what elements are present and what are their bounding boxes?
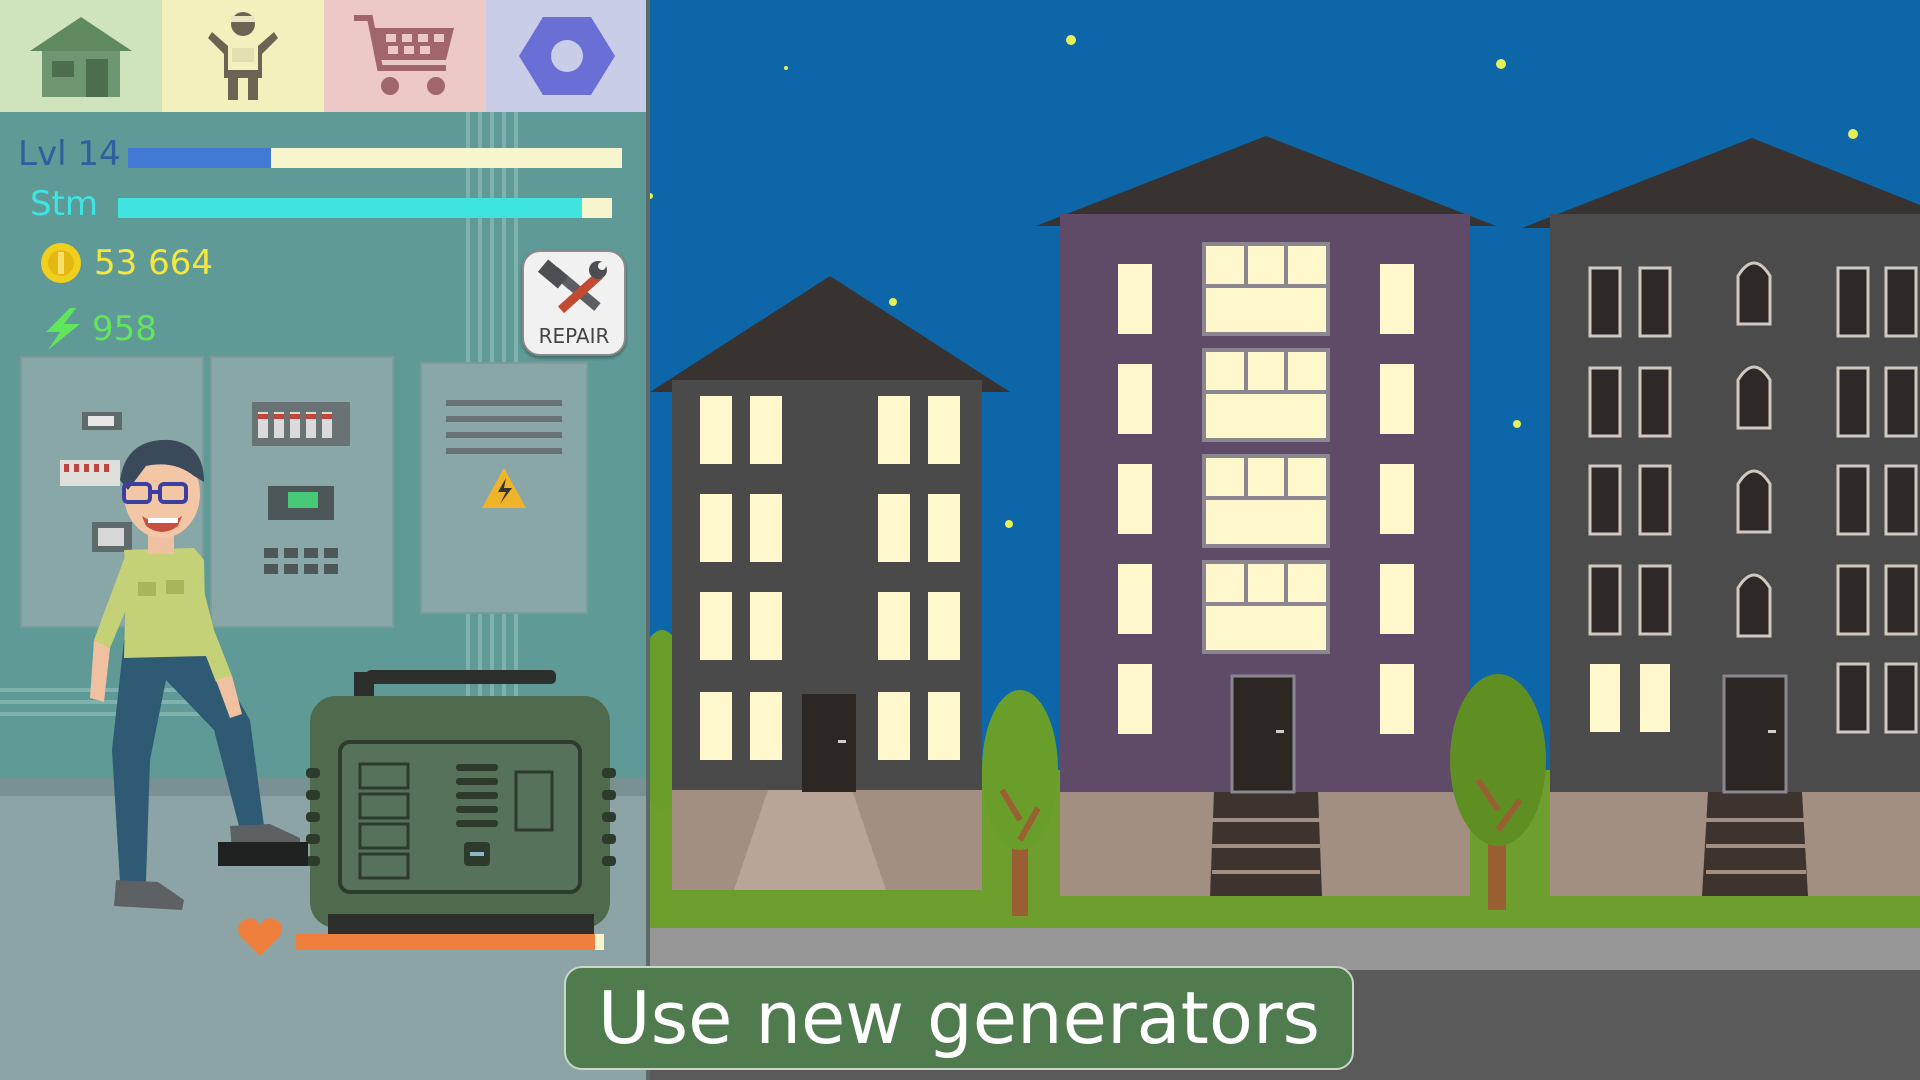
lightning-icon [46, 308, 80, 350]
stamina-progress-fill [118, 198, 583, 218]
generator-health-fill [296, 934, 595, 950]
stamina-label: Stm [30, 184, 99, 224]
coins-value: 53 664 [94, 243, 213, 283]
tab-shop[interactable] [324, 0, 486, 112]
promo-caption-banner: Use new generators [564, 966, 1354, 1070]
home-icon [30, 17, 132, 97]
character-icon [208, 12, 278, 100]
electrical-panel-right [420, 362, 588, 614]
energy-value: 958 [92, 309, 157, 349]
heart-icon [238, 918, 282, 956]
player-panel: Lvl 14 Stm 53 664 958 REPAIR [0, 0, 648, 1080]
energy-row: 958 [36, 306, 157, 352]
level-label-row: Lvl 14 [18, 134, 121, 174]
stamina-label-row: Stm [30, 184, 98, 224]
hex-nut-icon [519, 17, 615, 95]
warning-panel-components [446, 400, 562, 508]
night-street [650, 0, 1920, 1080]
level-label: Lvl 14 [18, 134, 121, 174]
level-progress-fill [128, 148, 272, 168]
repair-button[interactable]: REPAIR [522, 250, 626, 356]
coins-row: 53 664 [38, 240, 213, 286]
city-scene [650, 0, 1920, 1080]
hammer-wrench-icon [537, 259, 607, 314]
stamina-progress-bar [118, 198, 612, 218]
coin-icon [41, 243, 81, 283]
generator[interactable] [306, 668, 616, 940]
level-progress-bar [128, 148, 622, 168]
repair-label: REPAIR [538, 324, 610, 348]
generator-health-bar [296, 934, 604, 950]
tab-character[interactable] [162, 0, 324, 112]
tab-upgrades[interactable] [486, 0, 648, 112]
pedal-base [218, 842, 308, 866]
shop-cart-icon [354, 15, 454, 95]
tab-home[interactable] [0, 0, 162, 112]
